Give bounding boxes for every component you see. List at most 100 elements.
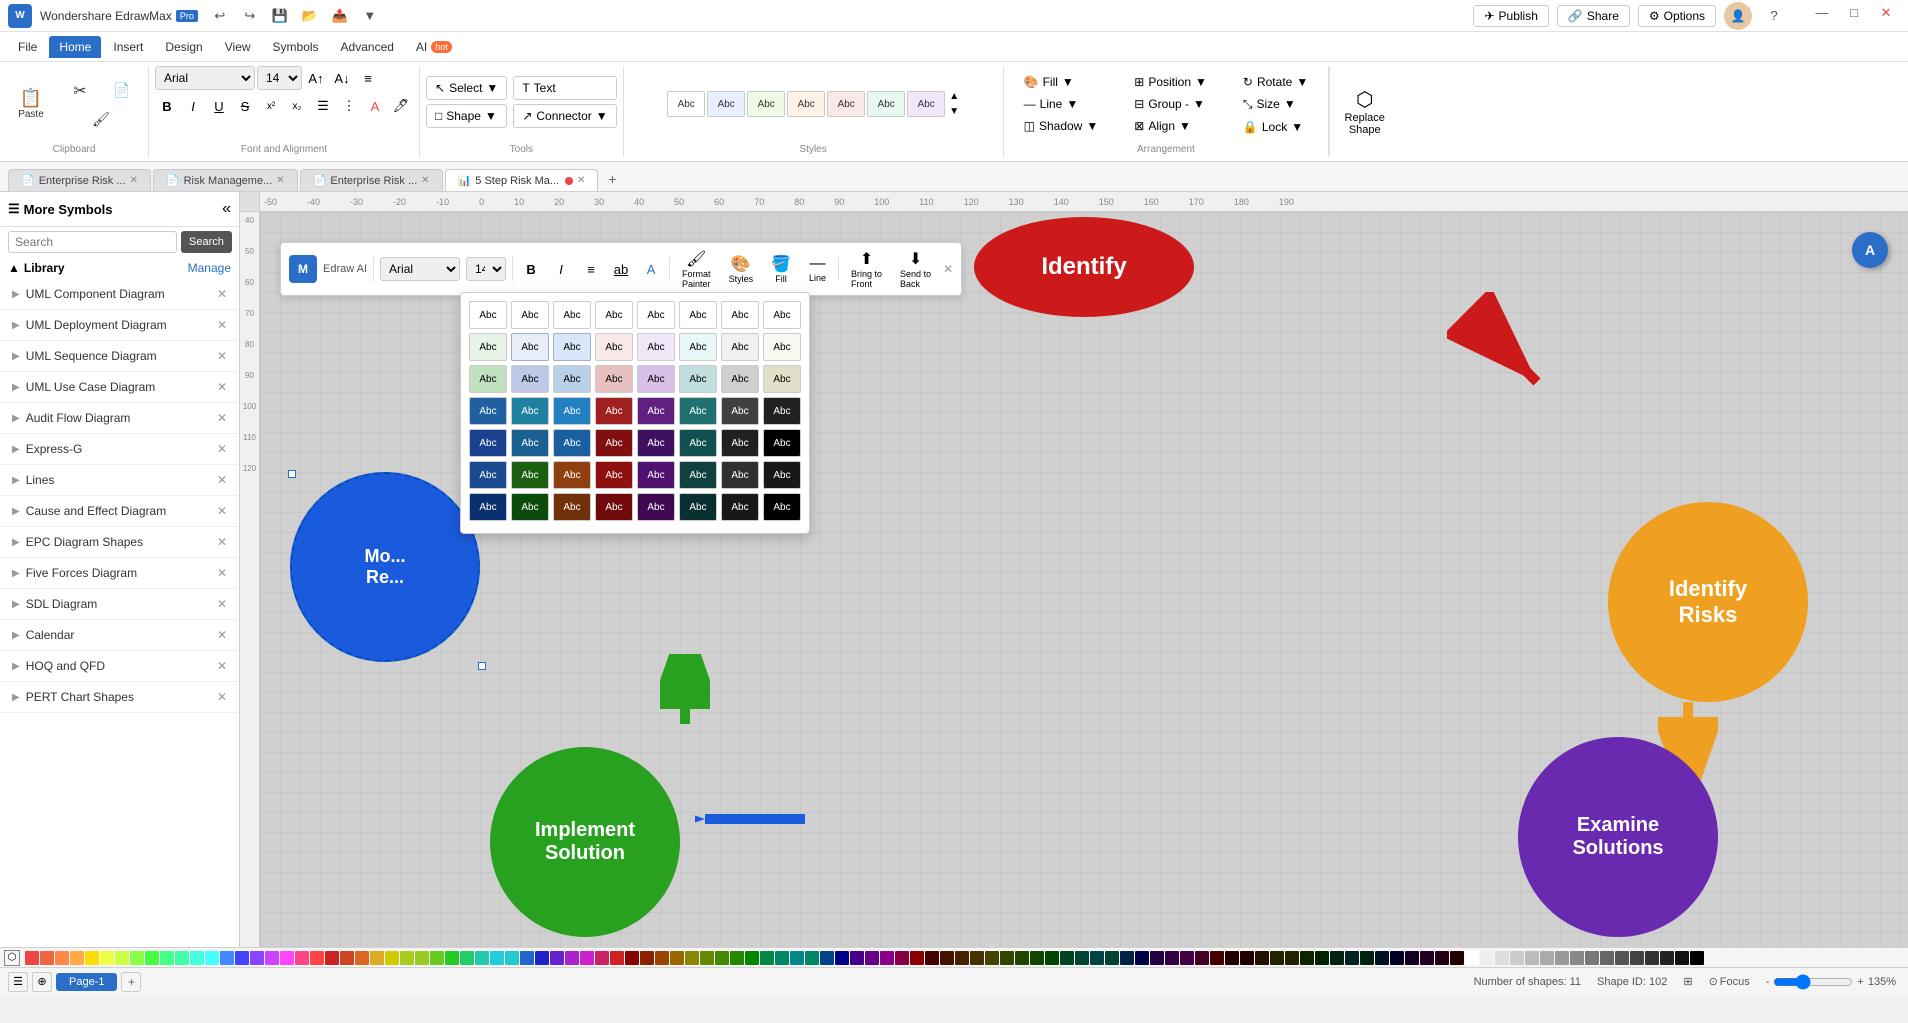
ft-color-button[interactable]: A [639,257,663,281]
sg-cell-4-8[interactable]: Abc [763,397,801,425]
remove-epc[interactable]: ✕ [217,535,227,549]
remove-hoq[interactable]: ✕ [217,659,227,673]
ft-bold-button[interactable]: B [519,257,543,281]
color-swatch[interactable] [565,951,579,965]
sg-cell-3-5[interactable]: Abc [637,365,675,393]
cut-button[interactable]: ✂ [60,77,100,105]
sg-cell-6-4[interactable]: Abc [595,461,633,489]
font-increase-button[interactable]: A↑ [304,66,328,90]
close-button[interactable]: ✕ [1872,2,1900,24]
color-swatch[interactable] [1645,951,1659,965]
save-button[interactable]: 💾 [266,5,294,27]
color-swatch[interactable] [145,951,159,965]
copy-button[interactable]: 📄 [102,77,142,105]
sidebar-item-calendar[interactable]: ▶ Calendar ✕ [0,620,239,651]
color-swatch[interactable] [475,951,489,965]
italic-button[interactable]: I [181,94,205,118]
style-swatch-6[interactable]: Abc [867,91,905,117]
size-button[interactable]: ⤡ Size ▼ [1237,95,1302,114]
color-swatch[interactable] [1195,951,1209,965]
color-swatch[interactable] [175,951,189,965]
sg-cell-2-3[interactable]: Abc [553,333,591,361]
color-swatch[interactable] [205,951,219,965]
sg-cell-1-7[interactable]: Abc [721,301,759,329]
color-swatch[interactable] [1300,951,1314,965]
ft-close-button[interactable]: ✕ [943,262,953,276]
color-swatch[interactable] [1495,951,1509,965]
help-button[interactable]: ? [1760,5,1788,27]
color-swatch[interactable] [1270,951,1284,965]
color-swatch[interactable] [730,951,744,965]
color-swatch[interactable] [100,951,114,965]
ft-line[interactable]: — Line [803,253,832,285]
sg-cell-3-8[interactable]: Abc [763,365,801,393]
font-family-select[interactable]: Arial [155,66,255,90]
color-swatch[interactable] [955,951,969,965]
color-swatch[interactable] [1510,951,1524,965]
color-swatch[interactable] [1225,951,1239,965]
menu-advanced[interactable]: Advanced [331,36,404,58]
color-swatch[interactable] [685,951,699,965]
page-tab-1[interactable]: Page-1 [56,973,117,991]
style-swatch-2[interactable]: Abc [707,91,745,117]
selection-handle-tl[interactable] [288,470,296,478]
tab-close-2[interactable]: ✕ [276,175,284,186]
tab-risk-management[interactable]: 📄 Risk Manageme... ✕ [153,169,298,191]
color-swatch[interactable] [295,951,309,965]
color-swatch[interactable] [1105,951,1119,965]
font-size-select[interactable]: 14 [257,66,302,90]
ft-format-painter[interactable]: 🖌 FormatPainter [676,247,717,291]
lock-button[interactable]: 🔒 Lock ▼ [1237,118,1309,136]
sidebar-item-express-g[interactable]: ▶ Express-G ✕ [0,434,239,465]
color-swatch[interactable] [1525,951,1539,965]
format-painter-button[interactable]: 🖌 [60,107,142,132]
sg-cell-1-3[interactable]: Abc [553,301,591,329]
zoom-out-button[interactable]: - [1766,976,1770,988]
color-swatch[interactable] [1120,951,1134,965]
remove-uml-component[interactable]: ✕ [217,287,227,301]
sidebar-item-cause-effect[interactable]: ▶ Cause and Effect Diagram ✕ [0,496,239,527]
sg-cell-6-6[interactable]: Abc [679,461,717,489]
remove-five-forces[interactable]: ✕ [217,566,227,580]
color-swatch[interactable] [925,951,939,965]
sg-cell-4-2[interactable]: Abc [511,397,549,425]
color-swatch[interactable] [85,951,99,965]
color-swatch[interactable] [775,951,789,965]
font-decrease-button[interactable]: A↓ [330,66,354,90]
sg-cell-1-5[interactable]: Abc [637,301,675,329]
sidebar-item-audit-flow[interactable]: ▶ Audit Flow Diagram ✕ [0,403,239,434]
rotate-button[interactable]: ↻ Rotate ▼ [1237,73,1314,91]
sg-cell-7-1[interactable]: Abc [469,493,507,521]
sg-cell-5-5[interactable]: Abc [637,429,675,457]
color-swatch[interactable] [1060,951,1074,965]
color-swatch[interactable] [265,951,279,965]
ft-underline-button[interactable]: ab [609,257,633,281]
group-button[interactable]: ⊟ Group - ▼ [1128,95,1211,113]
sidebar-collapse-button[interactable]: « [222,200,231,218]
sg-cell-3-7[interactable]: Abc [721,365,759,393]
remove-pert[interactable]: ✕ [217,690,227,704]
sg-cell-7-4[interactable]: Abc [595,493,633,521]
sg-cell-6-2[interactable]: Abc [511,461,549,489]
color-swatch[interactable] [625,951,639,965]
sg-cell-5-6[interactable]: Abc [679,429,717,457]
sg-cell-3-4[interactable]: Abc [595,365,633,393]
color-swatch[interactable] [745,951,759,965]
color-swatch[interactable] [1255,951,1269,965]
page-options-button[interactable]: ☰ [8,972,28,992]
color-swatch[interactable] [1480,951,1494,965]
styles-scroll-down[interactable]: ▼ [949,106,959,117]
color-swatch[interactable] [715,951,729,965]
color-swatch[interactable] [1420,951,1434,965]
publish-button[interactable]: ✈ Publish [1473,5,1548,27]
color-swatch[interactable] [490,951,504,965]
remove-uml-deployment[interactable]: ✕ [217,318,227,332]
sidebar-item-five-forces[interactable]: ▶ Five Forces Diagram ✕ [0,558,239,589]
sg-cell-4-4[interactable]: Abc [595,397,633,425]
color-swatch[interactable] [385,951,399,965]
connector-tool-button[interactable]: ↗ Connector ▼ [513,104,616,128]
sg-cell-4-1[interactable]: Abc [469,397,507,425]
sidebar-item-epc[interactable]: ▶ EPC Diagram Shapes ✕ [0,527,239,558]
color-swatch[interactable] [1045,951,1059,965]
sg-cell-7-5[interactable]: Abc [637,493,675,521]
